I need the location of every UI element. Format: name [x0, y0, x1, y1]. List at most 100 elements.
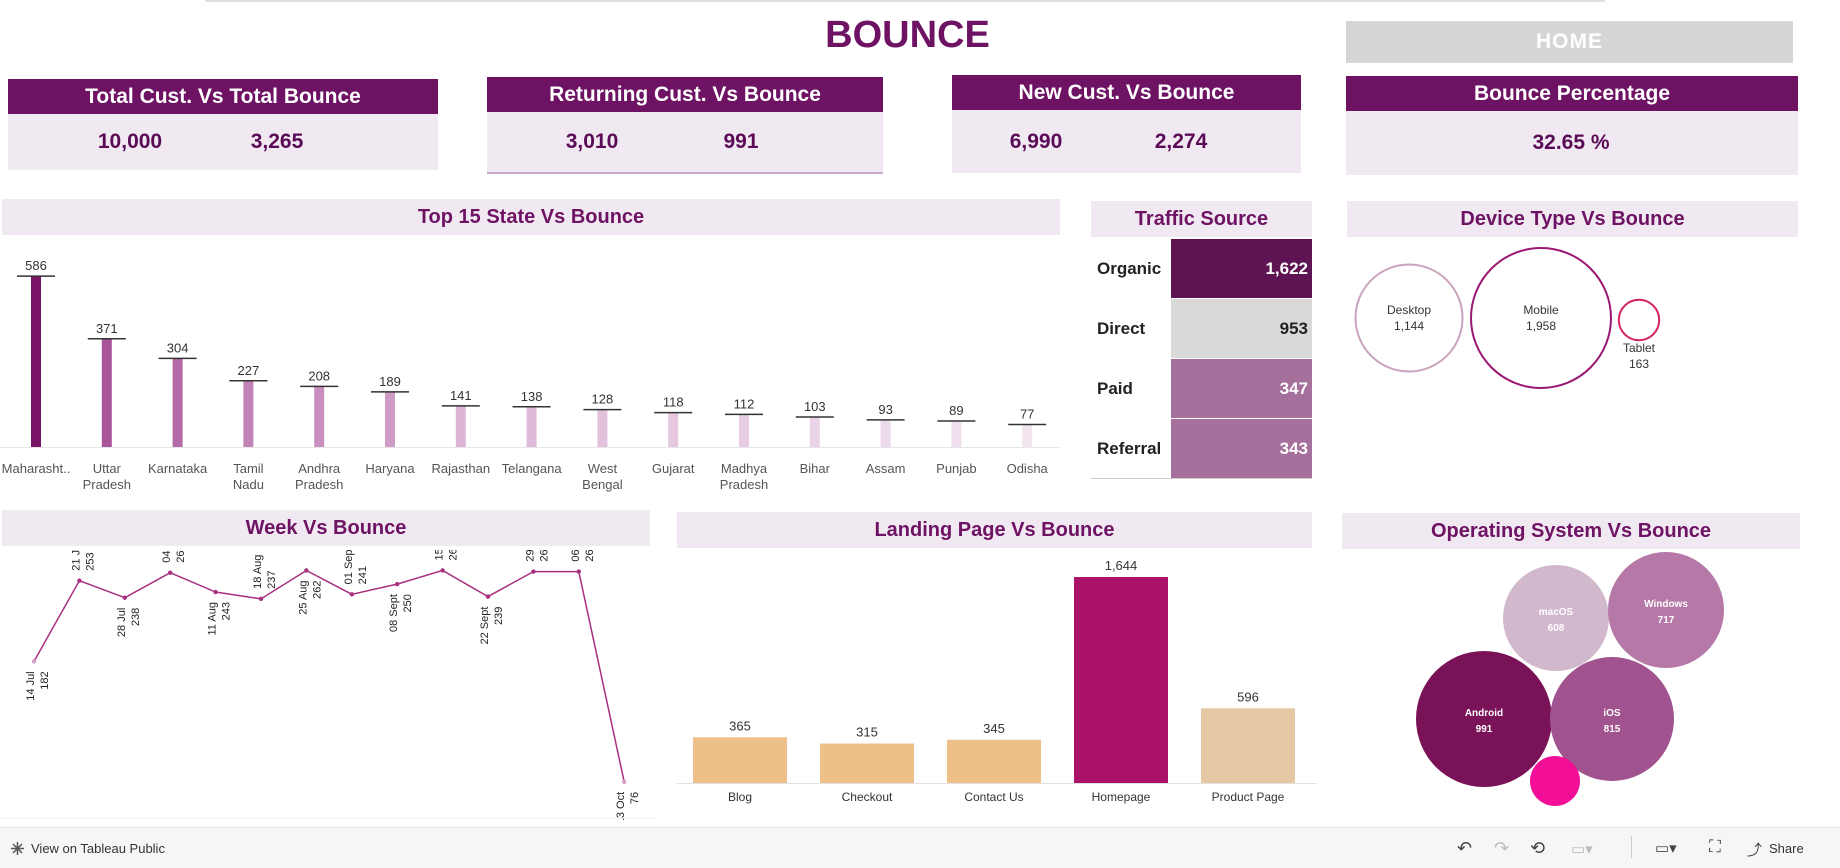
state-tick-label: Assam	[866, 461, 906, 476]
home-button[interactable]: HOME	[1346, 21, 1793, 63]
share-icon[interactable]: ⤴	[1747, 839, 1762, 860]
state-tick-label: Haryana	[365, 461, 415, 476]
os-chart-title: Operating System Vs Bounce	[1342, 513, 1800, 549]
bar-value-label: 189	[379, 374, 401, 389]
state-tick-label: Pradesh	[720, 477, 768, 492]
device-bubble-value: 1,144	[1394, 319, 1424, 333]
week-point	[77, 578, 82, 583]
landing-chart-title: Landing Page Vs Bounce	[677, 512, 1312, 548]
bar-value-label: 141	[450, 388, 472, 403]
state-bar	[172, 358, 183, 447]
traffic-label: Direct	[1097, 318, 1146, 338]
device-bubble	[1617, 298, 1661, 342]
state-bar	[385, 391, 395, 447]
week-point	[258, 596, 264, 602]
kpi-bounce-percentage: 32.65 %	[1532, 131, 1610, 154]
week-line-chart: 14 Jul182 21 Jul253 28 Jul238 04 Aug260 11 A…	[0, 550, 655, 820]
fullscreen-icon[interactable]: ⛶	[1709, 837, 1721, 857]
week-point-label: 11 Aug 243	[207, 602, 233, 635]
bar-value-label: 103	[804, 399, 826, 414]
bar-value-label: 345	[983, 721, 1005, 736]
traffic-label: Organic	[1097, 258, 1162, 278]
state-tick-label: Pradesh	[83, 477, 131, 492]
states-chart-title: Top 15 State Vs Bounce	[2, 199, 1060, 235]
kpi-new-body: 6,990 2,274	[952, 110, 1301, 173]
bar-value-label: 596	[1237, 689, 1259, 704]
kpi-returning-title: Returning Cust. Vs Bounce	[487, 77, 883, 112]
bar-value-label: 93	[878, 402, 892, 417]
traffic-table-bottom-border	[1091, 478, 1312, 479]
state-bar	[668, 412, 679, 447]
state-tick-label: Gujarat	[652, 461, 695, 476]
landing-bar	[1074, 577, 1168, 783]
device-bubble-value: 1,958	[1526, 319, 1556, 333]
traffic-label: Paid	[1097, 378, 1133, 398]
state-tick-label: Karnataka	[148, 461, 208, 476]
device-bubble-label: Desktop	[1387, 303, 1431, 317]
kpi-new-title: New Cust. Vs Bounce	[952, 75, 1301, 110]
kpi-total-customers: 10,000	[97, 130, 163, 153]
week-point-label: 29 Sept261	[524, 550, 550, 562]
undo-icon[interactable]: ↶	[1457, 838, 1472, 859]
week-point	[168, 570, 173, 575]
week-point-label: 08 Sept 250	[388, 594, 414, 632]
device-bubble-chart: Desktop 1,144 Mobile 1,958 Tablet 163	[1354, 247, 1661, 389]
week-point	[395, 581, 400, 587]
download-icon[interactable]: ▭▾	[1655, 839, 1677, 857]
state-bar	[31, 276, 41, 447]
os-bubble-value: 608	[1548, 623, 1565, 634]
states-bar-chart: 586Maharasht..371UttarPradesh304Karnatak…	[0, 258, 1060, 492]
bar-value-label: 208	[308, 368, 330, 383]
week-point	[440, 568, 445, 573]
state-tick-label: Telangana	[502, 461, 563, 476]
landing-tick-label: Contact Us	[964, 790, 1023, 804]
view-on-tableau-link[interactable]: View on Tableau Public	[31, 841, 165, 856]
pause-updates-icon: ▭▾	[1571, 841, 1593, 858]
traffic-value: 953	[1171, 299, 1312, 358]
os-bubble-value: 991	[1476, 724, 1493, 735]
landing-bar	[1201, 708, 1295, 783]
kpi-returning-body: 3,010 991	[487, 112, 883, 174]
state-tick-label: Uttar	[93, 461, 122, 476]
traffic-row-organic[interactable]: Organic 1,622	[1091, 239, 1312, 298]
os-bubble	[1530, 756, 1580, 806]
bar-value-label: 586	[25, 258, 47, 273]
state-tick-label: Nadu	[233, 477, 264, 492]
top-divider	[205, 0, 1605, 2]
os-bubble	[1416, 651, 1552, 787]
landing-bar	[820, 743, 914, 783]
traffic-row-referral[interactable]: Referral 343	[1091, 419, 1312, 478]
share-button[interactable]: Share	[1769, 841, 1804, 856]
week-point-label: 14 Jul 182	[25, 671, 51, 700]
device-bubble-label: Tablet	[1623, 341, 1656, 355]
week-point	[485, 594, 491, 599]
state-bar	[314, 386, 325, 447]
toolbar-divider	[1631, 836, 1632, 858]
week-point-label: 18 Aug 237	[252, 555, 278, 589]
week-point	[576, 569, 581, 574]
landing-bar	[693, 737, 787, 783]
bar-value-label: 77	[1020, 407, 1034, 422]
state-bar	[526, 406, 537, 447]
state-bar	[809, 416, 820, 447]
device-chart-title: Device Type Vs Bounce	[1347, 201, 1798, 237]
traffic-row-paid[interactable]: Paid 347	[1091, 359, 1312, 418]
week-chart-title: Week Vs Bounce	[2, 510, 650, 546]
bar-value-label: 304	[167, 340, 189, 355]
week-point-label: 28 Jul 238	[116, 608, 142, 637]
week-point-label: 25 Aug 262	[297, 580, 323, 614]
week-point	[31, 659, 37, 664]
kpi-new-bounce: 2,274	[1154, 129, 1208, 153]
landing-tick-label: Product Page	[1212, 790, 1285, 804]
state-tick-label: Rajasthan	[432, 461, 491, 476]
state-tick-label: Bihar	[800, 461, 831, 476]
state-bar	[880, 419, 891, 447]
traffic-row-direct[interactable]: Direct 953	[1091, 299, 1312, 358]
week-point-label: 22 Sept 239	[479, 607, 505, 645]
state-tick-label: Punjab	[936, 461, 976, 476]
revert-icon[interactable]: ⟲	[1530, 838, 1545, 859]
os-bubble-label: iOS	[1603, 708, 1621, 719]
landing-bar	[947, 739, 1041, 783]
state-tick-label: West	[588, 461, 618, 476]
state-tick-label: Bengal	[582, 477, 623, 492]
